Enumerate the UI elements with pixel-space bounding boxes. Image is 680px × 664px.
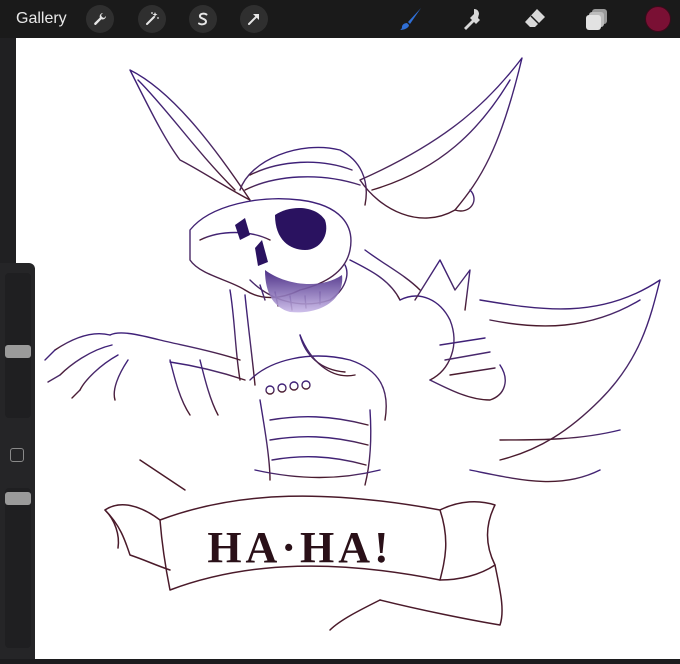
move-arrow-icon[interactable] — [240, 5, 268, 33]
sketch-artwork: HA·HA! — [44, 57, 661, 631]
color-picker-button[interactable] — [645, 6, 671, 32]
gallery-button[interactable]: Gallery — [16, 10, 67, 28]
brush-icon[interactable] — [398, 6, 424, 32]
opacity-slider-thumb[interactable] — [5, 492, 31, 505]
brush-sidebar — [0, 263, 35, 659]
layers-icon[interactable] — [584, 6, 610, 32]
drawing-canvas[interactable]: HA·HA! — [16, 38, 680, 659]
banner-text: HA·HA! — [207, 523, 392, 572]
smudge-icon[interactable] — [460, 6, 486, 32]
magic-wand-icon[interactable] — [138, 5, 166, 33]
opacity-slider[interactable] — [5, 488, 31, 648]
brush-size-slider-thumb[interactable] — [5, 345, 31, 358]
eraser-icon[interactable] — [522, 6, 548, 32]
modify-button[interactable] — [10, 448, 24, 462]
top-toolbar: Gallery — [0, 0, 680, 38]
brush-size-slider[interactable] — [5, 273, 31, 418]
selection-s-icon[interactable] — [189, 5, 217, 33]
wrench-icon[interactable] — [86, 5, 114, 33]
